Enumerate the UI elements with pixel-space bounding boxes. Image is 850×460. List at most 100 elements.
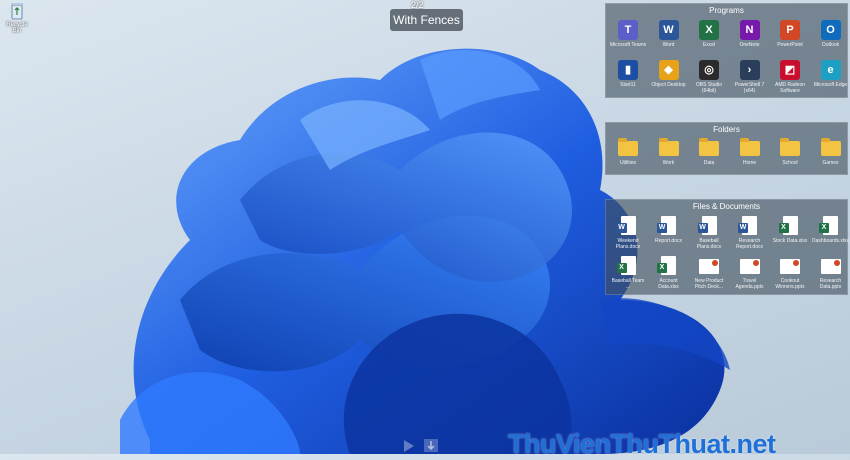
fence-item[interactable]: Work bbox=[650, 138, 688, 166]
teams-icon: T bbox=[618, 20, 638, 40]
fence-item[interactable]: W Baseball Plans.docx bbox=[690, 216, 728, 250]
fence-item-label: PowerPoint bbox=[777, 42, 803, 48]
excel-badge: X bbox=[616, 263, 627, 273]
fence-item[interactable]: e Microsoft Edge bbox=[812, 60, 850, 88]
folder-icon bbox=[618, 138, 638, 156]
mode-label: With Fences bbox=[390, 9, 463, 31]
fence-item-label: Baseball Plans.docx bbox=[696, 238, 722, 250]
folder-icon bbox=[658, 138, 679, 156]
fence-item[interactable]: Data bbox=[690, 138, 728, 166]
powerpoint-badge bbox=[793, 260, 799, 266]
fence-item-label: Stock Data.xlsx bbox=[772, 238, 808, 244]
fence-item-label: Excel bbox=[702, 42, 716, 48]
fence-title: Programs bbox=[709, 6, 744, 15]
fence-item[interactable]: ◆ Object Desktop bbox=[650, 60, 688, 88]
excel-badge: X bbox=[778, 223, 789, 233]
fence-item-label: Research Report.docx bbox=[736, 238, 763, 250]
powerpoint-icon: P bbox=[780, 20, 800, 40]
fence-item[interactable]: New Product Pitch Deck... bbox=[690, 256, 728, 290]
powerpoint-file-icon bbox=[780, 259, 800, 274]
fence-item-label: Outlook bbox=[821, 42, 840, 48]
fence-files-documents[interactable]: Files & Documents W Weekend Plans.docx W Re… bbox=[605, 199, 850, 295]
obs-icon: ◎ bbox=[699, 60, 719, 80]
fence-item-label: Dashboards.xlsx bbox=[812, 238, 849, 244]
fence-item[interactable]: W Research Report.docx bbox=[731, 216, 769, 250]
onenote-icon: N bbox=[739, 20, 760, 40]
folder-icon bbox=[739, 138, 760, 156]
fence-item-label: PowerShell 7 (x64) bbox=[734, 82, 765, 94]
fence-item[interactable]: Games bbox=[812, 138, 850, 166]
fence-item[interactable]: X Account Data.xlsx bbox=[650, 256, 688, 290]
word-badge: W bbox=[657, 223, 667, 233]
fence-item-label: OBS Studio (64bit) bbox=[695, 82, 723, 94]
fence-programs[interactable]: Programs T Microsoft Teams W Word X Excel N One… bbox=[605, 3, 848, 98]
fence-item[interactable]: ◩ AMD Radeon Software bbox=[771, 60, 809, 94]
media-controls bbox=[402, 437, 452, 454]
fence-item[interactable]: W Report.docx bbox=[650, 216, 688, 244]
powerpoint-badge bbox=[712, 260, 718, 266]
fence-item[interactable]: › PowerShell 7 (x64) bbox=[731, 60, 769, 94]
fence-title: Folders bbox=[713, 125, 740, 134]
start11-icon: ▮ bbox=[618, 60, 638, 80]
excel-icon: X bbox=[699, 20, 719, 40]
word-file-icon: W bbox=[616, 216, 636, 235]
powerpoint-badge bbox=[752, 260, 759, 266]
word-badge: W bbox=[616, 223, 627, 233]
fence-item[interactable]: ▮ Start11 bbox=[609, 60, 647, 88]
amd-icon: ◩ bbox=[780, 60, 800, 80]
fence-item[interactable]: X Stock Data.xlsx bbox=[771, 216, 809, 244]
fence-item-label: Data bbox=[703, 160, 715, 166]
fence-item[interactable]: Cookout Winners.pptx bbox=[771, 256, 809, 290]
fence-item-label: AMD Radeon Software bbox=[774, 82, 805, 94]
fence-item[interactable]: X Dashboards.xlsx bbox=[812, 216, 850, 244]
excel-file-icon: X bbox=[657, 256, 676, 275]
fence-item-label: Work bbox=[662, 160, 675, 166]
word-badge: W bbox=[738, 223, 748, 233]
fence-item[interactable]: N OneNote bbox=[731, 20, 769, 48]
excel-file-icon: X bbox=[778, 216, 798, 235]
fence-item-label: Baseball Team ... bbox=[611, 278, 645, 290]
fence-item-label: Microsoft Teams bbox=[609, 42, 647, 48]
folder-icon bbox=[699, 138, 719, 156]
fence-item[interactable]: Research Data.pptx bbox=[812, 256, 850, 290]
fence-item[interactable]: School bbox=[771, 138, 809, 166]
fence-item-label: OneNote bbox=[739, 42, 760, 48]
fence-item[interactable]: P PowerPoint bbox=[771, 20, 809, 48]
fence-folders[interactable]: Folders Utilities Work Data Home School Games bbox=[605, 122, 848, 175]
recycle-bin[interactable]: Recycle Bin bbox=[2, 2, 32, 34]
powerpoint-badge bbox=[833, 260, 840, 266]
fence-item[interactable]: Travel Agenda.pptx bbox=[731, 256, 769, 290]
word-file-icon: W bbox=[657, 216, 676, 235]
excel-file-icon: X bbox=[819, 216, 838, 235]
fence-item[interactable]: W Weekend Plans.docx bbox=[609, 216, 647, 250]
powerpoint-file-icon bbox=[739, 259, 760, 274]
fence-item-label: School bbox=[782, 160, 798, 166]
edge-icon: e bbox=[820, 60, 841, 80]
word-icon: W bbox=[658, 20, 679, 40]
excel-file-icon: X bbox=[616, 256, 636, 275]
fence-item-label: Cookout Winners.pptx bbox=[775, 278, 805, 290]
fence-item-label: Utilities bbox=[619, 160, 637, 166]
fence-item[interactable]: Utilities bbox=[609, 138, 647, 166]
fence-item[interactable]: T Microsoft Teams bbox=[609, 20, 647, 48]
fence-item-label: Research Data.pptx bbox=[819, 278, 842, 290]
fence-item[interactable]: W Word bbox=[650, 20, 688, 48]
fence-item[interactable]: X Baseball Team ... bbox=[609, 256, 647, 290]
fence-title: Files & Documents bbox=[692, 202, 761, 211]
fence-item[interactable]: X Excel bbox=[690, 20, 728, 48]
fence-item[interactable]: ◎ OBS Studio (64bit) bbox=[690, 60, 728, 94]
outlook-icon: O bbox=[820, 20, 841, 40]
fence-item[interactable]: Home bbox=[731, 138, 769, 166]
fence-item[interactable]: O Outlook bbox=[812, 20, 850, 48]
recycle-bin-icon bbox=[9, 2, 25, 20]
fence-item-label: Account Data.xlsx bbox=[658, 278, 679, 290]
fence-item-label: Microsoft Edge bbox=[813, 82, 848, 88]
fence-item-label: Object Desktop bbox=[651, 82, 686, 88]
fence-item-label: Report.docx bbox=[655, 238, 682, 244]
folder-icon bbox=[820, 138, 841, 156]
fence-item-label: Word bbox=[662, 42, 675, 48]
recycle-bin-label: Recycle Bin bbox=[6, 22, 28, 34]
word-file-icon: W bbox=[697, 216, 717, 235]
excel-badge: X bbox=[657, 263, 667, 273]
powerpoint-file-icon bbox=[699, 259, 719, 274]
